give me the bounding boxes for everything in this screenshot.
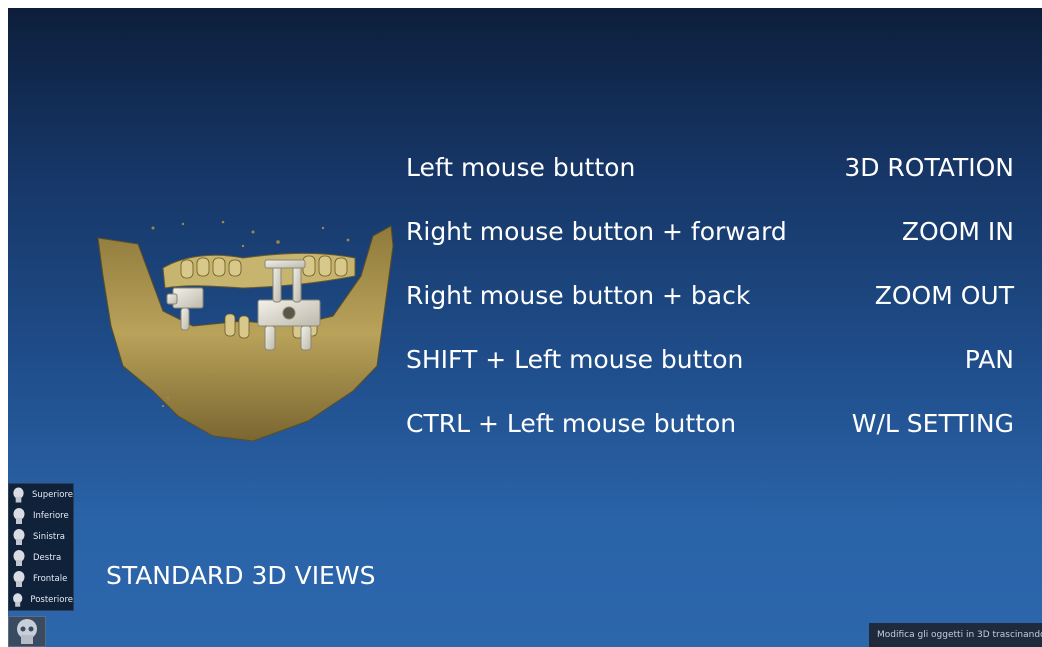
view-item-label: Posteriore xyxy=(30,594,73,605)
help-row: SHIFT + Left mouse button PAN xyxy=(406,337,1014,401)
view-item-inferiore[interactable]: Inferiore xyxy=(9,505,73,526)
standard-3d-views-label: STANDARD 3D VIEWS xyxy=(106,561,376,590)
help-action-label: Right mouse button + forward xyxy=(406,217,787,246)
head-right-icon xyxy=(13,549,25,566)
view-item-label: Inferiore xyxy=(33,510,69,521)
view-item-frontale[interactable]: Frontale xyxy=(9,568,73,589)
view-thumbnail[interactable] xyxy=(8,616,46,647)
view-item-label: Frontale xyxy=(33,573,68,584)
status-text: Modifica gli oggetti in 3D trascinandoli xyxy=(877,630,1042,640)
3d-viewport[interactable]: Left mouse button 3D ROTATION Right mouse … xyxy=(8,8,1042,647)
help-result-label: 3D ROTATION xyxy=(844,153,1014,182)
help-action-label: Right mouse button + back xyxy=(406,281,751,310)
help-result-label: ZOOM IN xyxy=(901,217,1014,246)
head-left-icon xyxy=(13,528,25,545)
view-item-label: Sinistra xyxy=(33,531,65,542)
help-result-label: W/L SETTING xyxy=(851,409,1014,438)
view-item-label: Superiore xyxy=(31,489,73,500)
status-bar: Modifica gli oggetti in 3D trascinandoli xyxy=(869,623,1042,647)
jaw-3d-model[interactable] xyxy=(93,216,403,448)
view-item-sinistra[interactable]: Sinistra xyxy=(9,526,73,547)
mouse-controls-help: Left mouse button 3D ROTATION Right mouse … xyxy=(406,145,1014,465)
head-front-icon xyxy=(13,570,25,587)
standard-views-panel: Superiore Inferiore Sinistra Destra Frontale… xyxy=(8,483,74,611)
help-action-label: CTRL + Left mouse button xyxy=(406,409,737,438)
help-row: Left mouse button 3D ROTATION xyxy=(406,145,1014,209)
help-action-label: Left mouse button xyxy=(406,153,636,182)
help-result-label: ZOOM OUT xyxy=(874,281,1014,310)
head-top-icon xyxy=(13,487,24,502)
help-row: Right mouse button + back ZOOM OUT xyxy=(406,273,1014,337)
view-item-destra[interactable]: Destra xyxy=(9,547,73,568)
head-back-icon xyxy=(13,592,23,607)
view-item-posteriore[interactable]: Posteriore xyxy=(9,589,73,610)
help-action-label: SHIFT + Left mouse button xyxy=(406,345,744,374)
skull-icon xyxy=(17,619,37,644)
help-row: Right mouse button + forward ZOOM IN xyxy=(406,209,1014,273)
head-bottom-icon xyxy=(13,507,25,524)
view-item-label: Destra xyxy=(33,552,62,563)
view-item-superiore[interactable]: Superiore xyxy=(9,484,73,505)
help-row: CTRL + Left mouse button W/L SETTING xyxy=(406,401,1014,465)
help-result-label: PAN xyxy=(964,345,1014,374)
